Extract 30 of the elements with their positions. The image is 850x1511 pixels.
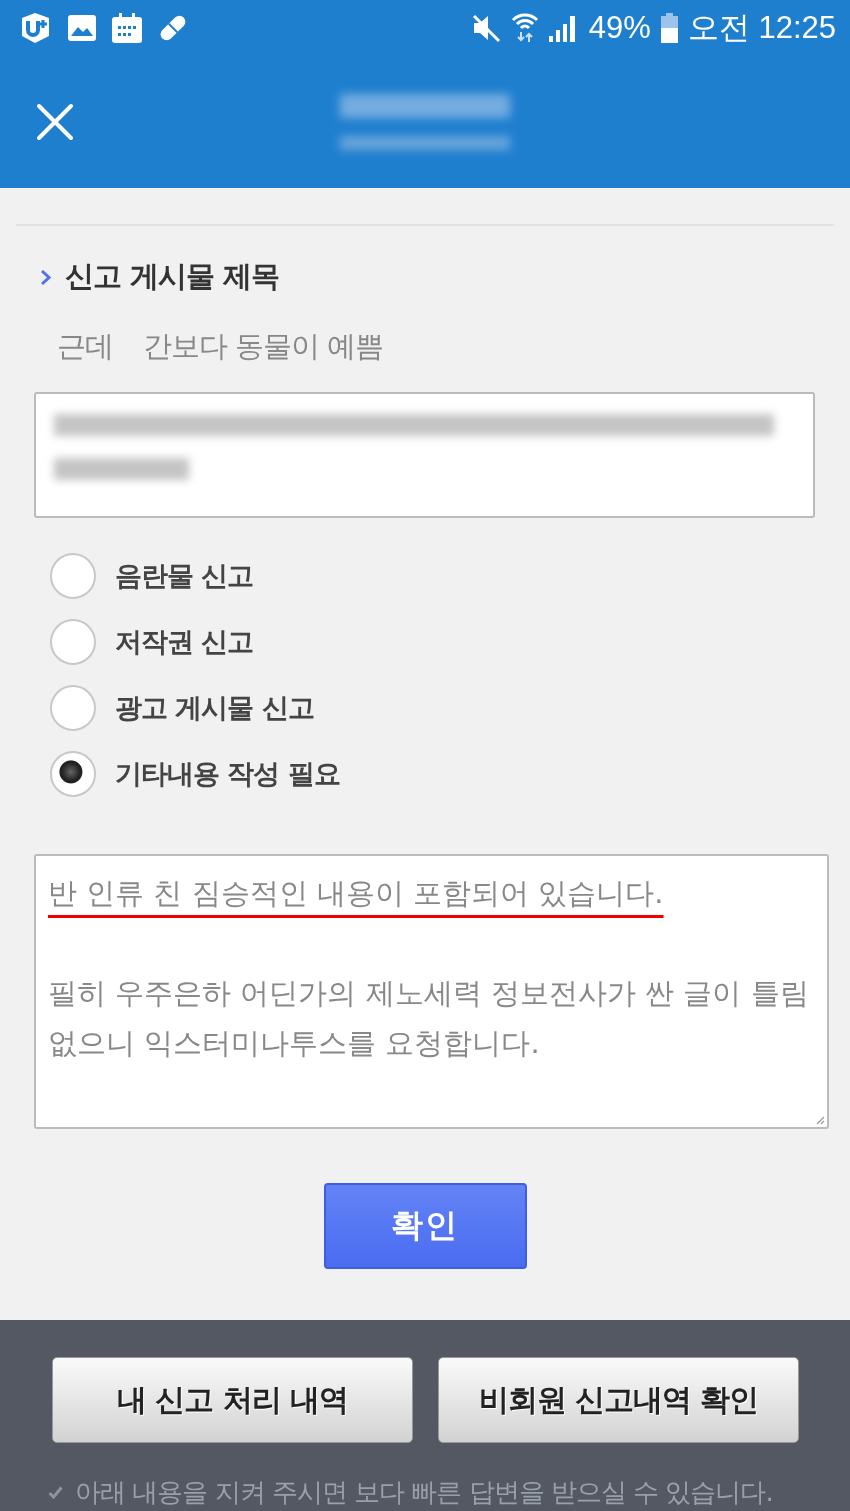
close-icon — [36, 102, 74, 141]
wifi-icon — [510, 11, 539, 44]
chevron-icon — [40, 268, 51, 286]
radio-label[interactable]: 음란물 신고 — [115, 558, 254, 594]
resize-grip-icon[interactable] — [816, 1116, 825, 1125]
close-button[interactable] — [36, 102, 74, 141]
radio-button[interactable] — [50, 685, 96, 731]
section-title: 신고 게시물 제목 — [65, 258, 280, 295]
radio-label[interactable]: 저작권 신고 — [115, 624, 254, 660]
radio-button[interactable] — [50, 553, 96, 599]
post-title-text: 근데 — [57, 328, 113, 365]
clock-time: 오전 12:25 — [687, 8, 836, 47]
history-button[interactable]: 비회원 신고내역 확인 — [438, 1357, 799, 1443]
radio-label[interactable]: 광고 게시물 신고 — [115, 690, 314, 726]
details-text: 필히 우주은하 어딘가의 제노세력 정보전사가 싼 글이 틀림없으니 익스터미나투스를 요청합니다. — [48, 975, 810, 1062]
radio-button[interactable] — [50, 751, 96, 797]
image-icon — [68, 14, 96, 41]
calendar-icon — [112, 12, 142, 43]
history-button[interactable]: 내 신고 처리 내역 — [52, 1357, 413, 1443]
details-text: 반 인류 친 짐승적인 내용이 포함되어 있습니다. — [48, 875, 664, 912]
details-text-area[interactable]: 반 인류 친 짐승적인 내용이 포함되어 있습니다. 필히 우주은하 어딘가의 제노세력 정보전사가 싼 글이 틀림없으니 익스터미나투스를 요청합니다. — [34, 854, 829, 1129]
radio-button[interactable] — [50, 619, 96, 665]
radio-label[interactable]: 기타내용 작성 필요 — [115, 756, 340, 792]
confirm-button[interactable]: 확인 — [323, 1183, 527, 1269]
battery-icon — [660, 12, 678, 43]
notice-text: 아래 내용을 지켜 주시면 보다 빠른 답변을 받으실 수 있습니다. — [75, 1475, 773, 1509]
battery-percent: 49% — [588, 8, 651, 47]
post-title-text: 간보다 동물이 예쁨 — [143, 328, 384, 365]
mute-icon — [470, 12, 501, 43]
check-icon — [48, 1485, 63, 1499]
